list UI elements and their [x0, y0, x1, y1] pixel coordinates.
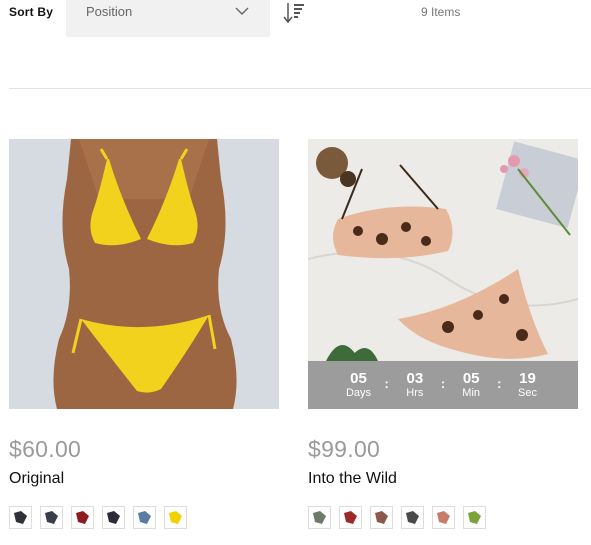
chevron-down-icon [235, 7, 249, 15]
toolbar-divider [9, 88, 591, 89]
swatch-mark [406, 511, 419, 524]
swatch-mark [468, 511, 481, 524]
product-name[interactable]: Into the Wild [308, 470, 578, 488]
product-name[interactable]: Original [9, 470, 279, 488]
countdown-minutes-label: Min [462, 386, 481, 399]
countdown-minutes: 05 Min [453, 369, 489, 400]
toolbar: Sort By Position 9 Items [0, 0, 591, 40]
swatch-mark [14, 511, 27, 524]
countdown-seconds: 19 Sec [510, 369, 546, 400]
sort-select-value: Position [86, 4, 133, 19]
swatch-mark [313, 511, 326, 524]
countdown-seconds-value: 19 [519, 369, 536, 387]
swatch-4[interactable] [401, 506, 424, 529]
countdown-separator: : [384, 375, 389, 391]
swatch-mark [169, 511, 182, 524]
product-card: $60.00 Original [9, 139, 279, 529]
swatch-4[interactable] [102, 506, 125, 529]
swatch-mark [344, 511, 357, 524]
swatch-mark [437, 511, 450, 524]
swatch-mark [138, 511, 151, 524]
product-image-leopard-bikini[interactable]: 05 Days : 03 Hrs : 05 Min : 19 Sec [308, 139, 578, 409]
countdown-hours: 03 Hrs [397, 369, 433, 400]
countdown-days: 05 Days [340, 369, 376, 400]
swatch-3[interactable] [370, 506, 393, 529]
countdown-minutes-value: 05 [462, 369, 480, 387]
countdown-hours-value: 03 [406, 369, 424, 387]
product-price: $99.00 [308, 436, 381, 462]
countdown-days-value: 05 [350, 369, 367, 387]
sort-by-label: Sort By [9, 5, 54, 19]
countdown-days-label: Days [345, 386, 372, 399]
swatch-mark [375, 511, 388, 524]
swatch-2[interactable] [339, 506, 362, 529]
swatch-1[interactable] [308, 506, 331, 529]
swatch-mark [45, 511, 58, 524]
countdown-separator: : [497, 375, 502, 391]
swatch-1[interactable] [9, 506, 32, 529]
countdown-seconds-label: Sec [518, 386, 537, 399]
sort-direction-icon[interactable] [282, 1, 306, 25]
swatch-mark [76, 511, 89, 524]
countdown-timer: 05 Days : 03 Hrs : 05 Min : 19 Sec [308, 361, 578, 409]
swatch-mark [107, 511, 120, 524]
sort-select[interactable]: Position [66, 0, 270, 37]
color-swatches [9, 506, 279, 529]
item-count: 9 Items [421, 5, 461, 19]
swatch-5[interactable] [133, 506, 156, 529]
swatch-2[interactable] [40, 506, 63, 529]
swatch-3[interactable] [71, 506, 94, 529]
countdown-separator: : [440, 375, 446, 391]
product-card: 05 Days : 03 Hrs : 05 Min : 19 Sec $99.0… [308, 139, 578, 529]
countdown-hours-label: Hrs [406, 386, 424, 399]
swatch-6[interactable] [463, 506, 486, 529]
swatch-6[interactable] [164, 506, 187, 529]
swatch-5[interactable] [432, 506, 455, 529]
color-swatches [308, 506, 578, 529]
product-price: $60.00 [9, 436, 82, 462]
product-image-yellow-bikini[interactable] [9, 139, 279, 409]
